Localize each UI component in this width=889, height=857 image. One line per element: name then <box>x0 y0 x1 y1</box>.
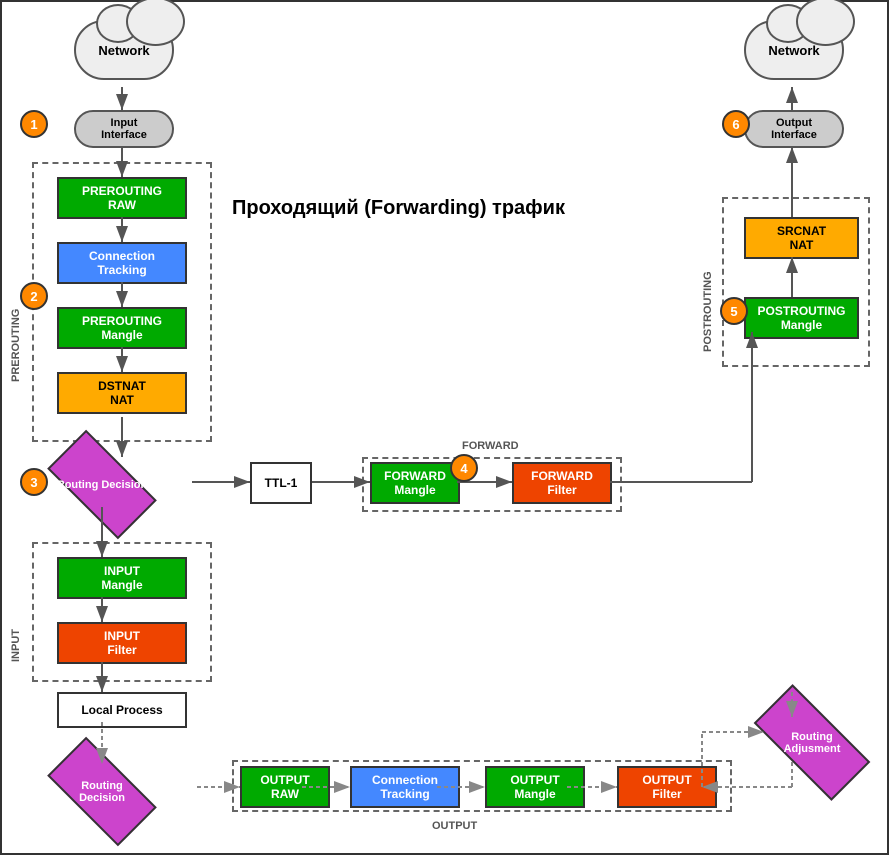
routing-adjusment: RoutingAdjusment <box>757 715 867 770</box>
network-top-right: Network <box>744 20 844 80</box>
badge-4: 4 <box>450 454 478 482</box>
output-mangle: OUTPUTMangle <box>485 766 585 808</box>
main-title: Проходящий (Forwarding) трафик <box>232 197 565 220</box>
postrouting-label: POSTROUTING <box>702 212 714 352</box>
output-filter: OUTPUTFilter <box>617 766 717 808</box>
diagram: PREROUTING FORWARD POSTROUTING INPUT OUT… <box>0 0 889 855</box>
forward-label: FORWARD <box>462 440 519 452</box>
input-label: INPUT <box>10 572 22 662</box>
srcnat-nat: SRCNATNAT <box>744 217 859 259</box>
input-mangle: INPUTMangle <box>57 557 187 599</box>
routing-decision-bottom: RoutingDecision <box>52 764 152 819</box>
network-top-left: Network <box>74 20 174 80</box>
input-interface: InputInterface <box>74 110 174 148</box>
output-label: OUTPUT <box>432 820 477 832</box>
forward-mangle: FORWARDMangle <box>370 462 460 504</box>
output-interface: OutputInterface <box>744 110 844 148</box>
ttl1-box: TTL-1 <box>250 462 312 504</box>
connection-tracking-pre: ConnectionTracking <box>57 242 187 284</box>
badge-2: 2 <box>20 282 48 310</box>
badge-1: 1 <box>20 110 48 138</box>
badge-6: 6 <box>722 110 750 138</box>
dstnat-nat: DSTNATNAT <box>57 372 187 414</box>
prerouting-mangle: PREROUTINGMangle <box>57 307 187 349</box>
prerouting-raw: PREROUTINGRAW <box>57 177 187 219</box>
input-filter: INPUTFilter <box>57 622 187 664</box>
badge-5: 5 <box>720 297 748 325</box>
connection-tracking-out: ConnectionTracking <box>350 766 460 808</box>
badge-3: 3 <box>20 468 48 496</box>
output-raw: OUTPUTRAW <box>240 766 330 808</box>
forward-filter: FORWARDFilter <box>512 462 612 504</box>
routing-decision-3: Routing Decision <box>52 457 152 512</box>
local-process: Local Process <box>57 692 187 728</box>
postrouting-mangle: POSTROUTINGMangle <box>744 297 859 339</box>
